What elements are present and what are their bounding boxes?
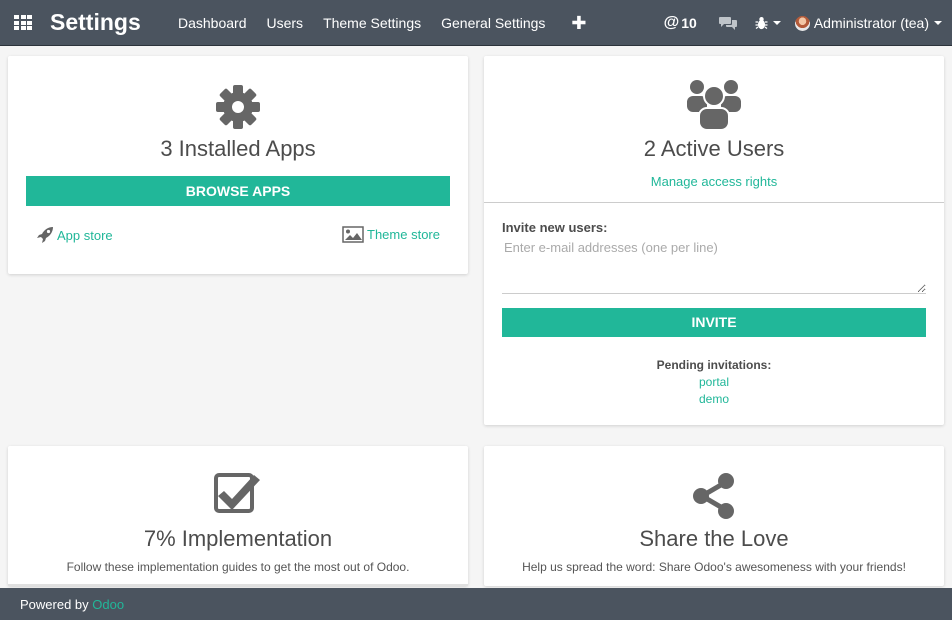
systray: @ 10 Administrator (tea) — [664, 0, 942, 46]
menu-item-dashboard[interactable]: Dashboard — [168, 15, 257, 31]
rocket-icon — [37, 227, 53, 243]
mentions-count: 10 — [681, 15, 697, 31]
app-title: Settings — [50, 9, 141, 35]
chevron-down-icon — [772, 21, 781, 25]
powered-by-label: Powered by — [20, 597, 89, 612]
pending-invitation-link[interactable]: portal — [484, 374, 944, 391]
divider — [484, 202, 944, 203]
pending-invitations-title: Pending invitations: — [656, 358, 772, 372]
active-users-title: 2 Active Users — [643, 136, 785, 161]
app-store-label: App store — [57, 227, 113, 243]
share-title: Share the Love — [639, 526, 789, 551]
chat-icon[interactable] — [718, 16, 737, 30]
pending-invitation-link[interactable]: demo — [484, 391, 944, 408]
manage-access-rights-link[interactable]: Manage access rights — [484, 174, 944, 189]
menu-item-users[interactable]: Users — [257, 15, 314, 31]
browse-apps-button[interactable]: BROWSE APPS — [26, 176, 450, 206]
implementation-card: 7% Implementation Follow these implement… — [8, 446, 468, 586]
share-the-love-card: Share the Love Help us spread the word: … — [484, 446, 944, 586]
odoo-link[interactable]: Odoo — [92, 597, 124, 612]
share-icon — [693, 473, 734, 519]
user-menu[interactable]: Administrator (tea) — [794, 15, 942, 31]
gear-icon — [216, 85, 260, 129]
share-subtitle: Help us spread the word: Share Odoo's aw… — [522, 560, 906, 574]
users-icon — [687, 80, 741, 130]
debug-menu[interactable] — [755, 16, 781, 30]
avatar — [794, 15, 810, 31]
main-menu: Dashboard Users Theme Settings General S… — [168, 0, 599, 46]
active-users-card: 2 Active Users Manage access rights Invi… — [484, 56, 944, 425]
image-icon — [342, 226, 364, 243]
chevron-down-icon — [934, 21, 942, 25]
mentions-counter[interactable]: @ 10 — [664, 14, 697, 32]
menu-item-theme-settings[interactable]: Theme Settings — [313, 15, 431, 31]
implementation-progress-bar — [8, 584, 468, 586]
apps-grid-icon[interactable] — [14, 15, 32, 31]
menu-item-general-settings[interactable]: General Settings — [431, 15, 555, 31]
invite-emails-field[interactable] — [502, 236, 926, 294]
footer: Powered by Odoo — [0, 588, 952, 620]
theme-store-link[interactable]: Theme store — [342, 226, 440, 243]
installed-apps-card: 3 Installed Apps BROWSE APPS App store T… — [8, 56, 468, 274]
pending-invitations-list: portal demo — [484, 374, 944, 408]
user-name: Administrator (tea) — [813, 15, 929, 31]
installed-apps-title: 3 Installed Apps — [160, 136, 316, 161]
at-icon: @ — [663, 14, 680, 31]
top-navbar: Settings Dashboard Users Theme Settings … — [0, 0, 952, 46]
theme-store-label: Theme store — [367, 227, 440, 242]
invite-button[interactable]: INVITE — [502, 308, 926, 337]
app-store-link[interactable]: App store — [36, 226, 113, 244]
implementation-subtitle: Follow these implementation guides to ge… — [66, 560, 410, 574]
add-menu-icon[interactable]: ✚ — [555, 13, 598, 34]
bug-icon — [755, 17, 768, 30]
invite-label: Invite new users: — [502, 220, 608, 235]
implementation-title: 7% Implementation — [143, 526, 333, 551]
checkbox-icon — [214, 473, 260, 513]
